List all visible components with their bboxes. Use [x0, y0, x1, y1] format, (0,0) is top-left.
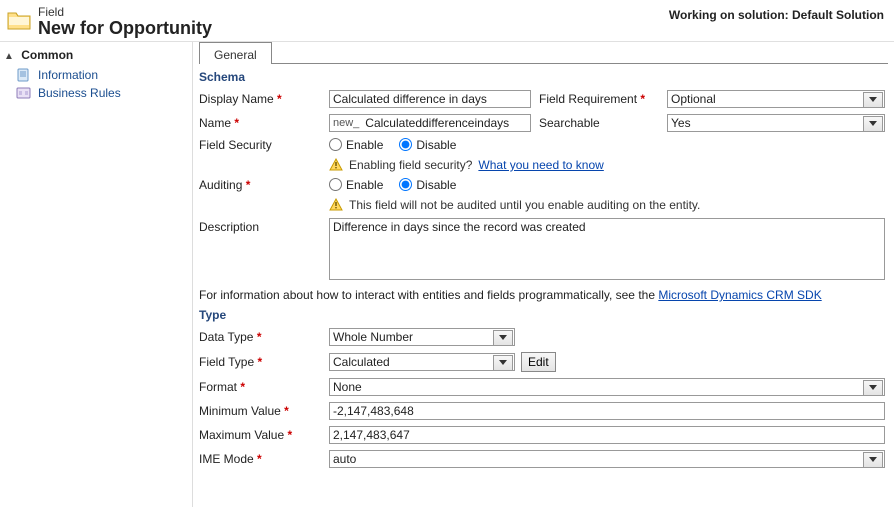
sidebar-item-information[interactable]: Information: [2, 66, 192, 84]
tab-general[interactable]: General: [199, 42, 272, 63]
field-security-enable[interactable]: Enable: [329, 138, 383, 152]
ime-mode-label: IME Mode: [199, 452, 321, 466]
entity-title: New for Opportunity: [38, 19, 212, 39]
field-type-value[interactable]: [329, 353, 515, 371]
chevron-down-icon: ▲: [4, 51, 14, 62]
sidebar-section-title: Common: [21, 48, 73, 62]
minimum-value-input[interactable]: [329, 402, 885, 420]
rules-icon: [16, 86, 32, 100]
minimum-value-label: Minimum Value: [199, 404, 321, 418]
format-value[interactable]: [329, 378, 885, 396]
field-security-label: Field Security: [199, 138, 321, 152]
ime-mode-select[interactable]: [329, 450, 885, 468]
field-security-help-link[interactable]: What you need to know: [478, 158, 603, 172]
sdk-info-line: For information about how to interact wi…: [199, 288, 888, 302]
warning-icon: [329, 198, 343, 212]
field-security-disable[interactable]: Disable: [399, 138, 456, 152]
folder-icon: [6, 7, 32, 33]
header-titles: Field New for Opportunity: [38, 6, 212, 39]
field-requirement-select[interactable]: [667, 90, 885, 108]
searchable-select[interactable]: [667, 114, 885, 132]
maximum-value-input[interactable]: [329, 426, 885, 444]
warning-icon: [329, 158, 343, 172]
sidebar-section-header[interactable]: ▲ Common: [2, 46, 192, 66]
field-security-warning-text: Enabling field security?: [349, 158, 472, 172]
searchable-value[interactable]: [667, 114, 885, 132]
name-prefix: new_: [329, 114, 362, 132]
page-header: Field New for Opportunity Working on sol…: [0, 0, 894, 41]
sidebar-item-label: Information: [38, 68, 98, 82]
edit-button[interactable]: Edit: [521, 352, 556, 372]
sdk-link[interactable]: Microsoft Dynamics CRM SDK: [658, 288, 821, 302]
display-name-label: Display Name: [199, 92, 321, 106]
data-type-select[interactable]: [329, 328, 515, 346]
data-type-value[interactable]: [329, 328, 515, 346]
name-input-group: new_: [329, 114, 531, 132]
format-select[interactable]: [329, 378, 885, 396]
maximum-value-label: Maximum Value: [199, 428, 321, 442]
field-requirement-label: Field Requirement: [539, 92, 659, 106]
name-input[interactable]: [362, 114, 531, 132]
field-type-label: Field Type: [199, 355, 321, 369]
ime-mode-value[interactable]: [329, 450, 885, 468]
document-icon: [16, 68, 32, 82]
sidebar-item-business-rules[interactable]: Business Rules: [2, 84, 192, 102]
schema-heading: Schema: [199, 70, 888, 84]
auditing-warning: This field will not be audited until you…: [329, 198, 885, 212]
description-label: Description: [199, 218, 321, 234]
auditing-warning-text: This field will not be audited until you…: [349, 198, 700, 212]
auditing-enable[interactable]: Enable: [329, 178, 383, 192]
main-panel: General Schema Display Name Field Requir…: [192, 41, 894, 507]
field-security-warning: Enabling field security? What you need t…: [329, 158, 885, 172]
name-label: Name: [199, 116, 321, 130]
type-heading: Type: [199, 308, 888, 322]
display-name-input[interactable]: [329, 90, 531, 108]
field-type-select[interactable]: [329, 353, 515, 371]
format-label: Format: [199, 380, 321, 394]
tab-strip: General: [199, 42, 888, 64]
data-type-label: Data Type: [199, 330, 321, 344]
searchable-label: Searchable: [539, 116, 659, 130]
description-input[interactable]: [329, 218, 885, 280]
field-requirement-value[interactable]: [667, 90, 885, 108]
sidebar: ▲ Common Information Business Rules: [0, 41, 192, 507]
solution-status: Working on solution: Default Solution: [669, 6, 888, 22]
auditing-label: Auditing: [199, 178, 321, 192]
auditing-disable[interactable]: Disable: [399, 178, 456, 192]
sidebar-item-label: Business Rules: [38, 86, 121, 100]
